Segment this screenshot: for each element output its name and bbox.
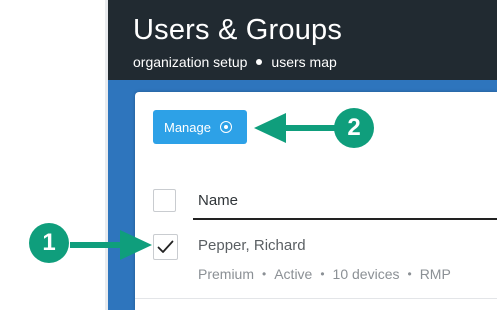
column-header-name[interactable]: Name xyxy=(198,192,238,209)
callout-1-arrow xyxy=(70,230,152,260)
checkmark-icon xyxy=(157,240,174,253)
detail-separator: • xyxy=(320,267,325,281)
callout-badge-2: 2 xyxy=(334,108,374,148)
breadcrumb-item-organization-setup[interactable]: organization setup xyxy=(133,54,247,70)
user-status: Active xyxy=(274,266,313,282)
breadcrumb-item-users-map[interactable]: users map xyxy=(271,54,336,70)
left-gutter xyxy=(0,0,105,310)
user-role: RMP xyxy=(419,266,451,282)
user-devices: 10 devices xyxy=(332,266,400,282)
select-all-checkbox[interactable] xyxy=(153,189,176,212)
target-icon xyxy=(219,121,232,133)
manage-button-label: Manage xyxy=(164,119,211,135)
user-plan: Premium xyxy=(198,266,255,282)
breadcrumb-separator-dot xyxy=(256,59,263,65)
row-checkbox[interactable] xyxy=(153,234,178,260)
page-title: Users & Groups xyxy=(133,14,343,46)
user-details: Premium • Active • 10 devices • RMP xyxy=(198,266,451,282)
header-divider xyxy=(193,218,497,220)
user-name[interactable]: Pepper, Richard xyxy=(198,237,306,254)
breadcrumb: organization setup users map xyxy=(133,54,337,70)
detail-separator: • xyxy=(407,267,412,281)
callout-badge-1: 1 xyxy=(29,223,69,263)
callout-2-arrow xyxy=(254,113,336,143)
row-divider xyxy=(135,298,497,299)
detail-separator: • xyxy=(262,267,267,281)
manage-button[interactable]: Manage xyxy=(153,110,247,144)
page-header: Users & Groups organization setup users … xyxy=(108,0,497,80)
